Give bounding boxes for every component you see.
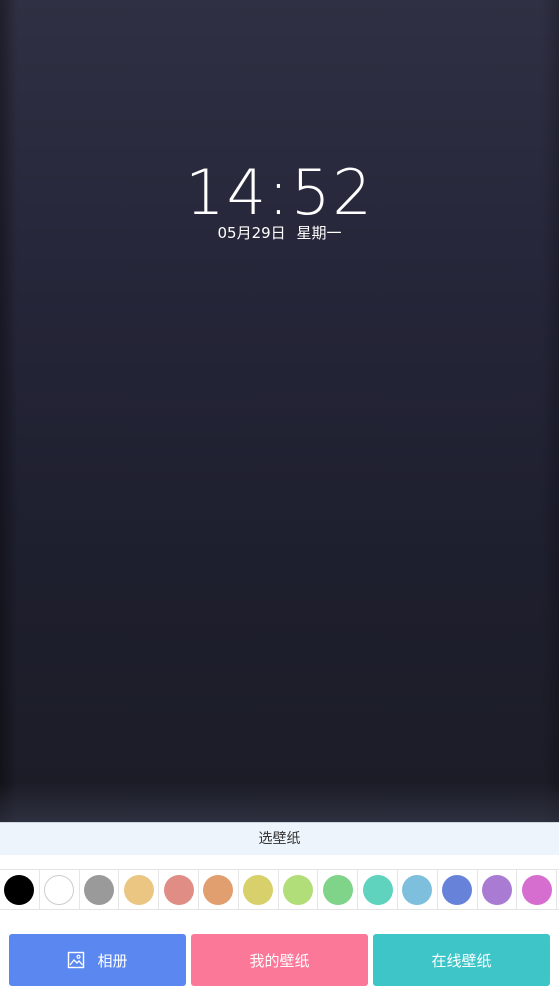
color-swatch-cell[interactable] — [517, 870, 558, 909]
online-wallpaper-button-label: 在线壁纸 — [431, 951, 492, 970]
color-swatch-row — [0, 869, 559, 910]
preview-bottom-glow — [0, 782, 559, 822]
preview-shade-left — [0, 0, 18, 822]
color-swatch — [163, 874, 194, 905]
color-swatch — [402, 874, 433, 905]
lockscreen-clock: 14:52 — [185, 156, 374, 229]
color-swatch — [481, 874, 512, 905]
color-swatch-cell[interactable] — [80, 870, 120, 909]
color-swatch — [243, 874, 274, 905]
color-swatch-cell[interactable] — [478, 870, 518, 909]
online-wallpaper-button[interactable]: 在线壁纸 — [373, 934, 550, 986]
lockscreen-date: 05月29日 — [217, 224, 286, 242]
album-button-label: 相册 — [97, 951, 128, 970]
color-swatch — [83, 874, 114, 905]
color-swatch — [203, 874, 234, 905]
color-swatch — [123, 874, 154, 905]
color-swatch — [362, 874, 393, 905]
lockscreen-weekday: 星期一 — [296, 224, 342, 242]
color-swatch-cell[interactable] — [239, 870, 279, 909]
color-swatch — [4, 874, 35, 905]
wallpaper-preview: 14:52 05月29日 星期一 — [0, 0, 559, 822]
color-swatch-cell[interactable] — [318, 870, 359, 909]
panel-title: 选壁纸 — [0, 822, 559, 855]
color-swatch — [521, 874, 552, 905]
lockscreen-date-row: 05月29日 星期一 — [0, 222, 559, 244]
my-wallpaper-button[interactable]: 我的壁纸 — [191, 934, 368, 986]
album-button[interactable]: 相册 — [9, 934, 186, 986]
color-swatch-cell[interactable] — [0, 870, 40, 909]
image-icon — [68, 951, 85, 969]
color-swatch — [322, 874, 353, 905]
color-swatch-cell[interactable] — [199, 870, 239, 909]
color-swatch — [442, 874, 473, 905]
color-swatch-cell[interactable] — [358, 870, 398, 909]
wallpaper-source-buttons: 相册 我的壁纸 在线壁纸 — [9, 934, 550, 986]
color-swatch — [44, 874, 75, 905]
color-swatch-cell[interactable] — [398, 870, 438, 909]
color-swatch — [282, 874, 313, 905]
color-swatch-cell[interactable] — [279, 870, 319, 909]
my-wallpaper-button-label: 我的壁纸 — [249, 951, 310, 970]
color-swatch-cell[interactable] — [119, 870, 160, 909]
wallpaper-picker-screen: 14:52 05月29日 星期一 选壁纸 相册 我的壁纸 在线壁纸 — [0, 0, 559, 995]
color-swatch-cell[interactable] — [159, 870, 199, 909]
color-swatch-cell[interactable] — [40, 870, 80, 909]
color-swatch-cell[interactable] — [438, 870, 478, 909]
preview-shade-right — [541, 0, 559, 822]
